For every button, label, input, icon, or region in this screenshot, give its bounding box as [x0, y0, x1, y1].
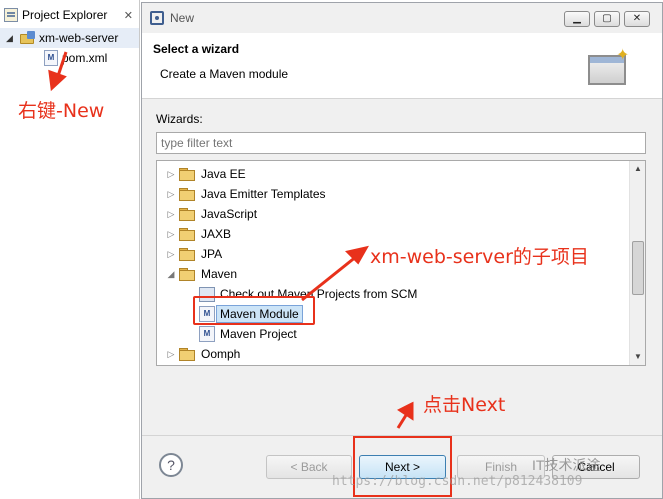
collapsed-triangle-icon[interactable]: ▷: [163, 209, 179, 220]
vertical-scrollbar[interactable]: ▲ ▼: [629, 161, 645, 365]
tree-item-java-ee[interactable]: ▷ Java EE: [163, 164, 246, 184]
wizard-header-title: Select a wizard: [153, 42, 240, 56]
tree-item-label: JAXB: [201, 227, 232, 241]
tree-item-project[interactable]: ◢ xm-web-server: [0, 28, 139, 48]
expanded-triangle-icon[interactable]: ◢: [6, 33, 20, 44]
project-name: xm-web-server: [39, 31, 119, 45]
tree-item-label: JPA: [201, 247, 223, 261]
tree-item-label: Java Emitter Templates: [201, 187, 326, 201]
tree-item-label: Java EE: [201, 167, 246, 181]
minimize-button[interactable]: ▁: [564, 11, 590, 27]
wizard-header: Select a wizard Create a Maven module ✦: [142, 33, 662, 99]
scroll-down-icon[interactable]: ▼: [630, 349, 645, 365]
watermark-url: https://blog.csdn.net/p812438109: [332, 474, 583, 489]
highlight-box-maven-module: [193, 296, 315, 325]
collapsed-triangle-icon[interactable]: ▷: [163, 189, 179, 200]
wizard-header-subtitle: Create a Maven module: [160, 67, 289, 81]
collapsed-triangle-icon[interactable]: ▷: [163, 229, 179, 240]
wizards-label: Wizards:: [156, 112, 203, 126]
folder-icon: [179, 208, 195, 221]
annotation-click-next: 点击Next: [423, 394, 506, 416]
annotation-right-click-new: 右键-New: [18, 100, 105, 122]
java-project-icon: [20, 31, 36, 45]
tree-item-javascript[interactable]: ▷ JavaScript: [163, 204, 257, 224]
tree-item-java-emitter-templates[interactable]: ▷ Java Emitter Templates: [163, 184, 326, 204]
collapsed-triangle-icon[interactable]: ▷: [163, 349, 179, 360]
scrollbar-thumb[interactable]: [632, 241, 644, 295]
folder-icon: [179, 188, 195, 201]
project-tree: ◢ xm-web-server M pom.xml: [0, 28, 139, 68]
folder-icon: [179, 168, 195, 181]
maven-project-icon: M: [199, 326, 215, 342]
tree-item-maven-project[interactable]: M Maven Project: [199, 324, 297, 344]
project-explorer-icon: [4, 8, 18, 22]
tree-item-label: Maven Project: [220, 327, 297, 341]
project-explorer-tab[interactable]: Project Explorer ✕: [0, 2, 139, 28]
pom-file-name: pom.xml: [62, 51, 108, 65]
close-icon[interactable]: ✕: [124, 9, 133, 22]
tree-item-label: Maven: [201, 267, 238, 281]
maven-file-icon: M: [44, 50, 58, 66]
filter-input[interactable]: [156, 132, 646, 154]
tree-item-label: JavaScript: [201, 207, 258, 221]
tree-item-pom[interactable]: M pom.xml: [0, 48, 139, 68]
tree-item-label: Oomph: [201, 347, 241, 361]
tree-item-maven[interactable]: ◢ Maven: [163, 264, 237, 284]
folder-icon: [179, 228, 195, 241]
dialog-title: New: [170, 11, 195, 25]
expanded-triangle-icon[interactable]: ◢: [163, 269, 179, 280]
dialog-titlebar[interactable]: New ▁ ▢ ✕: [142, 3, 662, 33]
wizard-banner-icon: ✦: [586, 45, 630, 91]
eclipse-app-icon: [150, 11, 164, 25]
tree-item-jaxb[interactable]: ▷ JAXB: [163, 224, 231, 244]
help-icon[interactable]: ?: [159, 453, 183, 477]
project-explorer-panel: Project Explorer ✕ ◢ xm-web-server M pom…: [0, 0, 140, 499]
folder-icon: [179, 348, 195, 361]
tree-item-oomph[interactable]: ▷ Oomph: [163, 344, 240, 364]
annotation-sub-project: xm-web-server的子项目: [370, 246, 589, 268]
project-explorer-title: Project Explorer: [22, 8, 108, 22]
tree-item-jpa[interactable]: ▷ JPA: [163, 244, 222, 264]
folder-open-icon: [179, 268, 195, 281]
watermark-brand: IT技术派途: [532, 457, 601, 473]
scroll-up-icon[interactable]: ▲: [630, 161, 645, 177]
folder-icon: [179, 248, 195, 261]
collapsed-triangle-icon[interactable]: ▷: [163, 169, 179, 180]
collapsed-triangle-icon[interactable]: ▷: [163, 249, 179, 260]
maximize-button[interactable]: ▢: [594, 11, 620, 27]
close-button[interactable]: ✕: [624, 11, 650, 27]
